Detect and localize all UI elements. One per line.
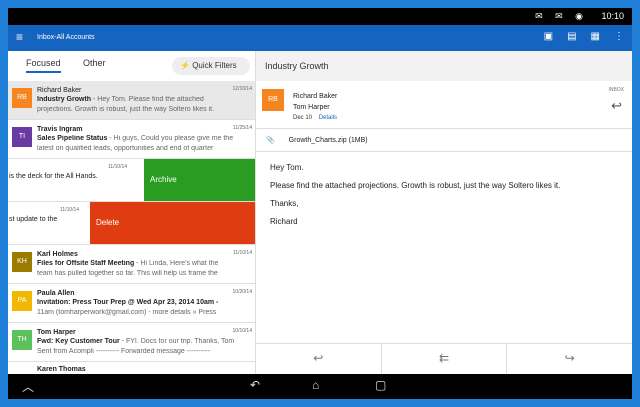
archive-action[interactable]: Archive bbox=[144, 159, 255, 201]
up-nav-icon[interactable]: ︿ bbox=[22, 378, 34, 395]
message-actions: ↩ ⇇ ↪ bbox=[256, 343, 632, 374]
message-date: 11/10/14 bbox=[232, 250, 252, 256]
avatar: PA bbox=[12, 291, 32, 311]
attachment-row[interactable]: 📎 Growth_Charts.zip (1MB) bbox=[256, 129, 632, 152]
message-list: RB Richard Baker 12/10/14 Industry Growt… bbox=[8, 81, 255, 374]
folder-label: INBOX bbox=[608, 87, 624, 93]
tablet-screen: ✉ ✉ ◉ 10:10 ≡ Inbox-All Accounts ▣ ▤ ▦ ⋮… bbox=[8, 8, 632, 399]
avatar: TI bbox=[12, 127, 32, 147]
from-name: Richard Baker bbox=[293, 93, 338, 100]
sender-name: Richard Baker bbox=[37, 87, 82, 94]
delete-action[interactable]: Delete bbox=[90, 202, 255, 244]
message-item[interactable]: RB Richard Baker 12/10/14 Industry Growt… bbox=[8, 81, 255, 120]
body-line: Please find the attached projections. Gr… bbox=[270, 181, 561, 190]
sender-name: Paula Allen bbox=[37, 290, 75, 297]
swipe-delete-row[interactable]: st update to the 11/10/14 Delete bbox=[8, 202, 255, 245]
app-bar: ≡ Inbox-All Accounts ▣ ▤ ▦ ⋮ bbox=[8, 25, 632, 51]
swiped-message-text: is the deck for the All Hands. bbox=[9, 173, 98, 180]
swiped-message-text: st update to the bbox=[9, 216, 58, 223]
to-name: Tom Harper bbox=[293, 104, 330, 111]
avatar: TH bbox=[12, 330, 32, 350]
hamburger-menu-icon[interactable]: ≡ bbox=[16, 31, 23, 43]
calendar-icon[interactable]: ▤ bbox=[567, 31, 576, 42]
message-date: 11/10/14 bbox=[60, 207, 80, 213]
more-icon[interactable]: ⋮ bbox=[614, 31, 624, 42]
swipe-archive-row[interactable]: is the deck for the All Hands. 11/10/14 … bbox=[8, 159, 255, 202]
app-actions: ▣ ▤ ▦ ⋮ bbox=[544, 31, 624, 42]
sender-name: Travis Ingram bbox=[37, 126, 83, 133]
subject-line: Files for Offsite Staff Meeting - Hi Lin… bbox=[37, 260, 252, 267]
message-date: 11/10/14 bbox=[108, 164, 128, 170]
back-nav-icon[interactable]: ↶ bbox=[250, 378, 260, 392]
message-date: 12/10/14 bbox=[232, 86, 252, 92]
clock: 10:10 bbox=[601, 11, 624, 21]
inbox-title[interactable]: Inbox-All Accounts bbox=[37, 34, 95, 41]
reading-pane: Industry Growth RB Richard Baker Tom Har… bbox=[256, 51, 632, 374]
body-line: Thanks, bbox=[270, 199, 299, 208]
system-navbar: ︿ ↶ ⌂ ▢ bbox=[8, 374, 632, 399]
message-meta: Dec 10 Details bbox=[293, 115, 337, 121]
folder-icon[interactable]: ▣ bbox=[544, 31, 553, 42]
body-line: Richard bbox=[270, 217, 298, 226]
recent-apps-icon[interactable]: ▢ bbox=[375, 378, 386, 392]
forward-button[interactable]: ↪ bbox=[507, 344, 632, 374]
message-date: 11/25/14 bbox=[232, 125, 252, 131]
sender-name: Karl Holmes bbox=[37, 251, 78, 258]
avatar: KH bbox=[12, 252, 32, 272]
message-date: 10/10/14 bbox=[232, 328, 252, 334]
message-item[interactable]: PA Paula Allen 10/20/14 Invitation: Pres… bbox=[8, 284, 255, 323]
paperclip-icon: 📎 bbox=[266, 137, 275, 144]
message-body: Hey Tom. Please find the attached projec… bbox=[270, 159, 620, 231]
preview-line: projections. Growth is robust, just the … bbox=[37, 106, 215, 113]
preview-line: Sent from Acompli ---------- Forwarded m… bbox=[37, 348, 211, 355]
message-item[interactable]: TH Tom Harper 10/10/14 Fwd: Key Customer… bbox=[8, 323, 255, 362]
preview-start: - FYI. Docs for our trip. Thanks, Tom bbox=[119, 338, 235, 345]
subject-line: Industry Growth - Hey Tom. Please find t… bbox=[37, 96, 252, 103]
preview-line: 11am (tomharperwork@gmail.com) - more de… bbox=[37, 309, 217, 316]
preview-start: - Hi Linda, Here's what the bbox=[134, 260, 219, 267]
body-line: Hey Tom. bbox=[270, 163, 304, 172]
preview-line: latest on qualified leads, opportunities… bbox=[37, 145, 214, 152]
quick-filters-label: Quick Filters bbox=[192, 61, 237, 70]
status-bar: ✉ ✉ ◉ 10:10 bbox=[8, 8, 632, 25]
subject: Sales Pipeline Status bbox=[37, 135, 108, 142]
sender-name: Tom Harper bbox=[37, 329, 76, 336]
bolt-icon: ⚡ bbox=[180, 61, 190, 70]
message-list-pane: Focused Other ⚡ Quick Filters RB Richard… bbox=[8, 51, 256, 374]
avatar: RB bbox=[12, 88, 32, 108]
message-item[interactable]: Karen Thomas bbox=[8, 362, 255, 374]
reply-icon[interactable]: ↩ bbox=[611, 98, 622, 114]
sender-name: Karen Thomas bbox=[37, 366, 86, 373]
archive-icon[interactable]: ▦ bbox=[591, 31, 600, 42]
tab-strip: Focused Other ⚡ Quick Filters bbox=[8, 51, 255, 81]
message-date: 10/20/14 bbox=[232, 289, 252, 295]
tab-focused[interactable]: Focused bbox=[26, 58, 61, 73]
message-date: Dec 10 bbox=[293, 115, 313, 121]
reply-all-button[interactable]: ⇇ bbox=[382, 344, 508, 374]
subject-line: Sales Pipeline Status - Hi guys, Could y… bbox=[37, 135, 252, 142]
avatar: RB bbox=[262, 89, 284, 111]
quick-filters-button[interactable]: ⚡ Quick Filters bbox=[172, 57, 250, 75]
tab-other[interactable]: Other bbox=[83, 58, 106, 68]
details-link[interactable]: Details bbox=[319, 115, 337, 121]
status-icons: ✉ ✉ ◉ bbox=[535, 11, 588, 21]
subject: Fwd: Key Customer Tour bbox=[37, 338, 120, 345]
subject-line: Invitation: Press Tour Prep @ Wed Apr 23… bbox=[37, 299, 252, 306]
preview-line: team has pulled together so far. This wi… bbox=[37, 270, 218, 277]
preview-start: - Hi guys, Could you please give me the bbox=[107, 135, 234, 142]
message-item[interactable]: KH Karl Holmes 11/10/14 Files for Offsit… bbox=[8, 245, 255, 284]
attachment-name: Growth_Charts.zip (1MB) bbox=[288, 137, 368, 144]
home-nav-icon[interactable]: ⌂ bbox=[312, 378, 319, 392]
reply-button[interactable]: ↩ bbox=[256, 344, 382, 374]
message-title: Industry Growth bbox=[256, 51, 632, 81]
message-header: RB Richard Baker Tom Harper Dec 10 Detai… bbox=[256, 81, 632, 129]
subject-line: Fwd: Key Customer Tour - FYI. Docs for o… bbox=[37, 338, 252, 345]
subject: Industry Growth bbox=[37, 96, 92, 103]
preview-start: - Hey Tom. Please find the attached bbox=[91, 96, 204, 103]
subject: Invitation: Press Tour Prep @ Wed Apr 23… bbox=[37, 299, 219, 306]
message-item[interactable]: TI Travis Ingram 11/25/14 Sales Pipeline… bbox=[8, 120, 255, 159]
subject: Files for Offsite Staff Meeting bbox=[37, 260, 135, 267]
